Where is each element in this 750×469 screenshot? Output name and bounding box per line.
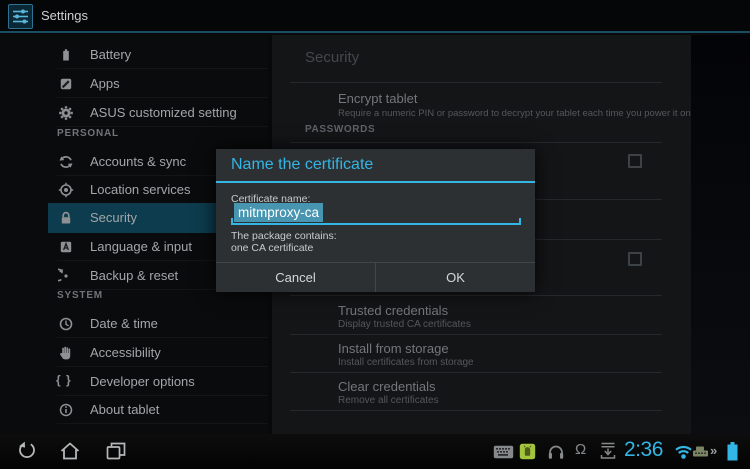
recent-apps-button[interactable] <box>104 439 128 468</box>
cancel-button[interactable]: Cancel <box>216 263 376 292</box>
sidebar-item-about-tablet[interactable]: About tablet <box>0 396 268 424</box>
apps-icon <box>58 76 74 92</box>
sidebar-section-system: SYSTEM <box>57 290 103 304</box>
wifi-icon <box>673 443 694 465</box>
headphones-icon <box>547 443 565 465</box>
braces-icon: { } <box>56 373 72 387</box>
divider <box>290 295 662 296</box>
name-certificate-dialog: Name the certificate Certificate name: m… <box>216 149 535 292</box>
clock-icon <box>58 316 74 332</box>
divider <box>290 142 662 143</box>
sidebar-item-asus-customized-setting[interactable]: ASUS customized setting <box>0 99 268 127</box>
headset-icon: Ω <box>575 441 586 458</box>
dock-status-icon <box>692 445 709 463</box>
hand-icon <box>58 345 74 361</box>
checkbox[interactable] <box>628 154 642 168</box>
sidebar-section-personal: PERSONAL <box>57 128 119 142</box>
sidebar-item-date-time[interactable]: Date & time <box>0 310 268 338</box>
dialog-title: Name the certificate <box>231 156 373 174</box>
lock-icon <box>58 210 74 226</box>
sidebar-item-apps[interactable]: Apps <box>0 70 268 98</box>
dialog-title-rule <box>216 181 535 183</box>
gear-icon <box>58 105 74 121</box>
expand-chevrons-icon[interactable]: » <box>710 443 717 458</box>
certificate-name-input[interactable]: mitmproxy-ca <box>234 203 323 222</box>
section-header-passwords: PASSWORDS <box>305 124 375 135</box>
sidebar-item-accessibility[interactable]: Accessibility <box>0 339 268 367</box>
install-tray-icon <box>599 442 617 466</box>
sidebar-item-battery[interactable]: Battery <box>0 41 268 69</box>
content-title: Security <box>305 49 359 66</box>
dialog-button-bar: Cancel OK <box>216 262 535 292</box>
action-bar: Settings <box>0 0 750 33</box>
location-icon <box>58 182 74 198</box>
battery-status-icon <box>726 441 739 467</box>
input-underline <box>231 223 521 225</box>
divider <box>290 82 662 83</box>
language-icon <box>58 239 74 255</box>
settings-app-icon <box>8 4 33 29</box>
divider <box>290 410 662 411</box>
background-area <box>691 35 750 434</box>
backup-icon <box>58 268 74 284</box>
divider <box>290 334 662 335</box>
page-title: Settings <box>41 8 88 23</box>
status-clock[interactable]: 2:36 <box>624 438 663 462</box>
checkbox[interactable] <box>628 252 642 266</box>
info-icon <box>58 402 74 418</box>
sidebar-item-developer-options[interactable]: { } Developer options <box>0 368 268 396</box>
home-button[interactable] <box>58 439 82 468</box>
ok-button[interactable]: OK <box>376 263 535 292</box>
sync-icon <box>58 154 74 170</box>
back-button[interactable] <box>15 439 39 468</box>
battery-icon <box>58 47 74 63</box>
system-bar: Ω 2:36 » <box>0 434 750 469</box>
package-contains-label: The package contains: <box>231 230 337 242</box>
keyboard-status-icon <box>493 445 514 464</box>
divider <box>290 372 662 373</box>
screen: Settings Battery Apps ASUS customized se… <box>0 0 750 469</box>
usb-debugging-android-icon <box>519 443 536 465</box>
package-contents-value: one CA certificate <box>231 242 313 254</box>
